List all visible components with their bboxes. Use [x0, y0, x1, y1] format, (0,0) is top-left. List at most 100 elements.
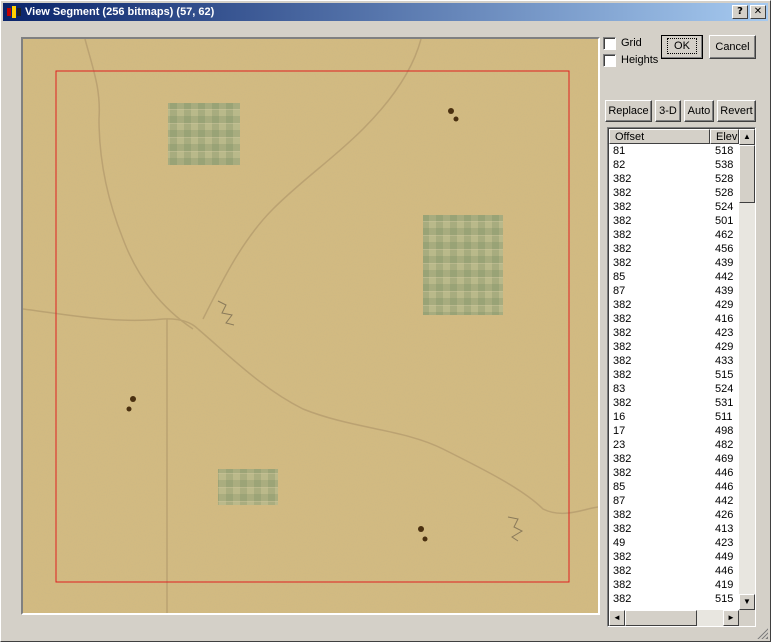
elev-cell: 469	[715, 453, 734, 465]
list-rows: 81 518 82 538 382 528 382 528 382 524 382 501 382 462…	[609, 144, 739, 610]
column-header-elev[interactable]: Elev	[710, 129, 739, 144]
offset-cell: 382	[613, 369, 632, 381]
three-d-button[interactable]: 3-D	[655, 100, 681, 122]
list-item[interactable]: 82 538	[609, 158, 739, 172]
scroll-left-button[interactable]: ◄	[609, 610, 625, 626]
offset-cell: 382	[613, 257, 632, 269]
settlement-s-part	[422, 536, 428, 542]
offset-cell: 16	[613, 411, 626, 423]
grid-option[interactable]: Grid	[603, 36, 642, 50]
vertical-scroll-thumb[interactable]	[739, 145, 755, 203]
offset-cell: 382	[613, 509, 632, 521]
list-item[interactable]: 17 498	[609, 424, 739, 438]
auto-button[interactable]: Auto	[684, 100, 714, 122]
ok-button[interactable]: OK	[661, 35, 703, 59]
list-item[interactable]: 49 423	[609, 536, 739, 550]
list-item[interactable]: 382 446	[609, 564, 739, 578]
offset-cell: 382	[613, 467, 632, 479]
elev-cell: 416	[715, 313, 734, 325]
offset-cell: 382	[613, 551, 632, 563]
list-item[interactable]: 382 528	[609, 172, 739, 186]
list-item[interactable]: 23 482	[609, 438, 739, 452]
elev-cell: 462	[715, 229, 734, 241]
grid-checkbox[interactable]	[603, 36, 616, 50]
window-resize-grip[interactable]	[756, 627, 768, 639]
help-button[interactable]: ?	[732, 5, 748, 19]
elev-cell: 413	[715, 523, 734, 535]
heights-checkbox[interactable]	[603, 53, 616, 67]
list-item[interactable]: 382 433	[609, 354, 739, 368]
list-item[interactable]: 83 524	[609, 382, 739, 396]
terrain-map[interactable]	[23, 39, 598, 613]
cancel-button[interactable]: Cancel	[709, 35, 756, 59]
scroll-up-button[interactable]: ▲	[739, 129, 755, 145]
list-item[interactable]: 382 413	[609, 522, 739, 536]
list-item[interactable]: 382 449	[609, 550, 739, 564]
elev-cell: 449	[715, 551, 734, 563]
elev-cell: 442	[715, 495, 734, 507]
title-bar[interactable]: View Segment (256 bitmaps) (57, 62) ? ✕	[3, 3, 768, 21]
list-item[interactable]: 87 439	[609, 284, 739, 298]
list-item[interactable]: 382 419	[609, 578, 739, 592]
list-item[interactable]: 382 469	[609, 452, 739, 466]
revert-button[interactable]: Revert	[717, 100, 756, 122]
list-item[interactable]: 382 423	[609, 326, 739, 340]
field-east	[423, 215, 503, 315]
elev-cell: 511	[715, 411, 733, 423]
elev-cell: 482	[715, 439, 734, 451]
offset-cell: 49	[613, 537, 626, 549]
offset-cell: 382	[613, 215, 632, 227]
list-item[interactable]: 85 446	[609, 480, 739, 494]
replace-button[interactable]: Replace	[605, 100, 652, 122]
offset-cell: 382	[613, 299, 632, 311]
list-item[interactable]: 382 446	[609, 466, 739, 480]
column-header-offset[interactable]: Offset	[609, 129, 710, 144]
list-item[interactable]: 382 515	[609, 592, 739, 606]
scroll-right-button[interactable]: ►	[723, 610, 739, 626]
elev-cell: 501	[715, 215, 734, 227]
heights-option[interactable]: Heights	[603, 53, 658, 67]
list-item[interactable]: 382 416	[609, 312, 739, 326]
offset-cell: 17	[613, 425, 626, 437]
list-item[interactable]: 382 524	[609, 200, 739, 214]
elev-cell: 439	[715, 285, 734, 297]
elev-cell: 446	[715, 481, 734, 493]
settlement-s	[418, 526, 424, 532]
horizontal-scroll-thumb[interactable]	[625, 610, 697, 626]
offset-cell: 382	[613, 229, 632, 241]
terrain-map-view[interactable]	[21, 37, 600, 615]
list-item[interactable]: 382 456	[609, 242, 739, 256]
offset-elev-list[interactable]: Offset Elev 81 518 82 538 382 528 382 528 382 524…	[607, 127, 756, 627]
list-item[interactable]: 81 518	[609, 144, 739, 158]
list-item[interactable]: 382 439	[609, 256, 739, 270]
offset-cell: 87	[613, 285, 626, 297]
close-button[interactable]: ✕	[750, 5, 766, 19]
list-item[interactable]: 87 442	[609, 494, 739, 508]
elev-cell: 456	[715, 243, 734, 255]
elev-cell: 528	[715, 173, 734, 185]
elev-cell: 429	[715, 299, 734, 311]
list-item[interactable]: 382 515	[609, 368, 739, 382]
elev-cell: 446	[715, 565, 734, 577]
scroll-down-button[interactable]: ▼	[739, 594, 755, 610]
list-item[interactable]: 382 528	[609, 186, 739, 200]
settlement-w	[130, 396, 136, 402]
elev-cell: 446	[715, 467, 734, 479]
offset-cell: 87	[613, 495, 626, 507]
elev-cell: 498	[715, 425, 734, 437]
list-header: Offset Elev	[609, 129, 739, 144]
list-item[interactable]: 382 429	[609, 340, 739, 354]
elev-cell: 429	[715, 341, 734, 353]
list-item[interactable]: 382 429	[609, 298, 739, 312]
list-item[interactable]: 85 442	[609, 270, 739, 284]
settlement-ne	[448, 108, 454, 114]
list-item[interactable]: 382 531	[609, 396, 739, 410]
vertical-scrollbar[interactable]: ▲ ▼	[739, 129, 755, 610]
list-item[interactable]: 382 426	[609, 508, 739, 522]
list-item[interactable]: 16 511	[609, 410, 739, 424]
offset-cell: 382	[613, 523, 632, 535]
offset-cell: 382	[613, 243, 632, 255]
horizontal-scrollbar[interactable]: ◄ ►	[609, 610, 739, 626]
list-item[interactable]: 382 462	[609, 228, 739, 242]
list-item[interactable]: 382 501	[609, 214, 739, 228]
